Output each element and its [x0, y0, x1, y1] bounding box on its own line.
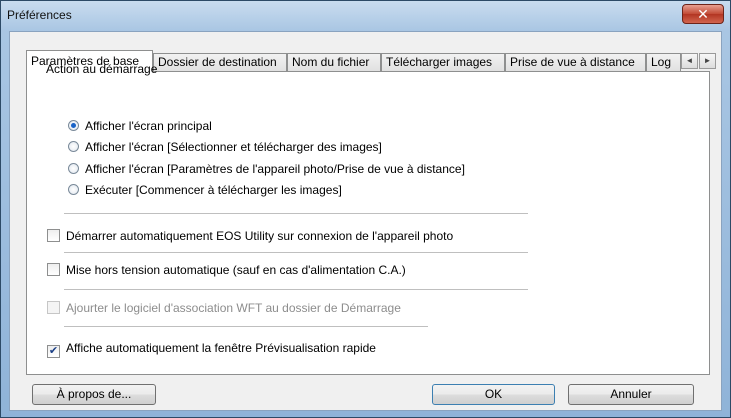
- separator: [64, 252, 528, 253]
- separator: [64, 213, 528, 214]
- startup-action-title: Action au démarrage: [46, 62, 158, 76]
- checkbox-box[interactable]: [47, 301, 60, 314]
- radio-label: Afficher l'écran [Sélectionner et téléch…: [85, 140, 382, 154]
- checkbox-demarrer-eos-utility[interactable]: Démarrer automatiquement EOS Utility sur…: [47, 228, 453, 244]
- radio-afficher-ecran-principal[interactable]: Afficher l'écran principal: [68, 118, 212, 134]
- checkbox-label: Ajourter le logiciel d'association WFT a…: [66, 301, 401, 315]
- checkbox-label: Démarrer automatiquement EOS Utility sur…: [66, 229, 454, 243]
- panel-content: Action au démarrage Afficher l'écran pri…: [0, 0, 731, 418]
- checkbox-label: Mise hors tension automatique (sauf en c…: [66, 263, 406, 277]
- cancel-button[interactable]: Annuler: [568, 384, 694, 405]
- radio-button[interactable]: [68, 120, 79, 131]
- about-button[interactable]: À propos de...: [32, 384, 156, 405]
- checkbox-previsualisation-rapide[interactable]: ✔ Affiche automatiquement la fenêtre Prév…: [47, 340, 376, 358]
- radio-executer-telecharger[interactable]: Exécuter [Commencer à télécharger les im…: [68, 182, 342, 198]
- checkbox-mise-hors-tension[interactable]: Mise hors tension automatique (sauf en c…: [47, 262, 406, 278]
- checkbox-logiciel-wft[interactable]: Ajourter le logiciel d'association WFT a…: [47, 300, 401, 316]
- checkbox-box[interactable]: ✔: [47, 345, 60, 358]
- ok-button[interactable]: OK: [432, 384, 555, 405]
- radio-button[interactable]: [68, 141, 79, 152]
- radio-afficher-parametres-appareil[interactable]: Afficher l'écran [Paramètres de l'appare…: [68, 161, 465, 177]
- radio-button[interactable]: [68, 163, 79, 174]
- radio-label: Afficher l'écran [Paramètres de l'appare…: [85, 162, 465, 176]
- checkbox-box[interactable]: [47, 229, 60, 242]
- separator: [64, 289, 528, 290]
- checkbox-box[interactable]: [47, 263, 60, 276]
- radio-label: Afficher l'écran principal: [85, 119, 212, 133]
- radio-afficher-selectionner-telecharger[interactable]: Afficher l'écran [Sélectionner et téléch…: [68, 139, 382, 155]
- radio-button[interactable]: [68, 184, 79, 195]
- checkbox-label: Affiche automatiquement la fenêtre Prévi…: [66, 341, 376, 355]
- separator: [64, 326, 428, 327]
- radio-label: Exécuter [Commencer à télécharger les im…: [85, 183, 342, 197]
